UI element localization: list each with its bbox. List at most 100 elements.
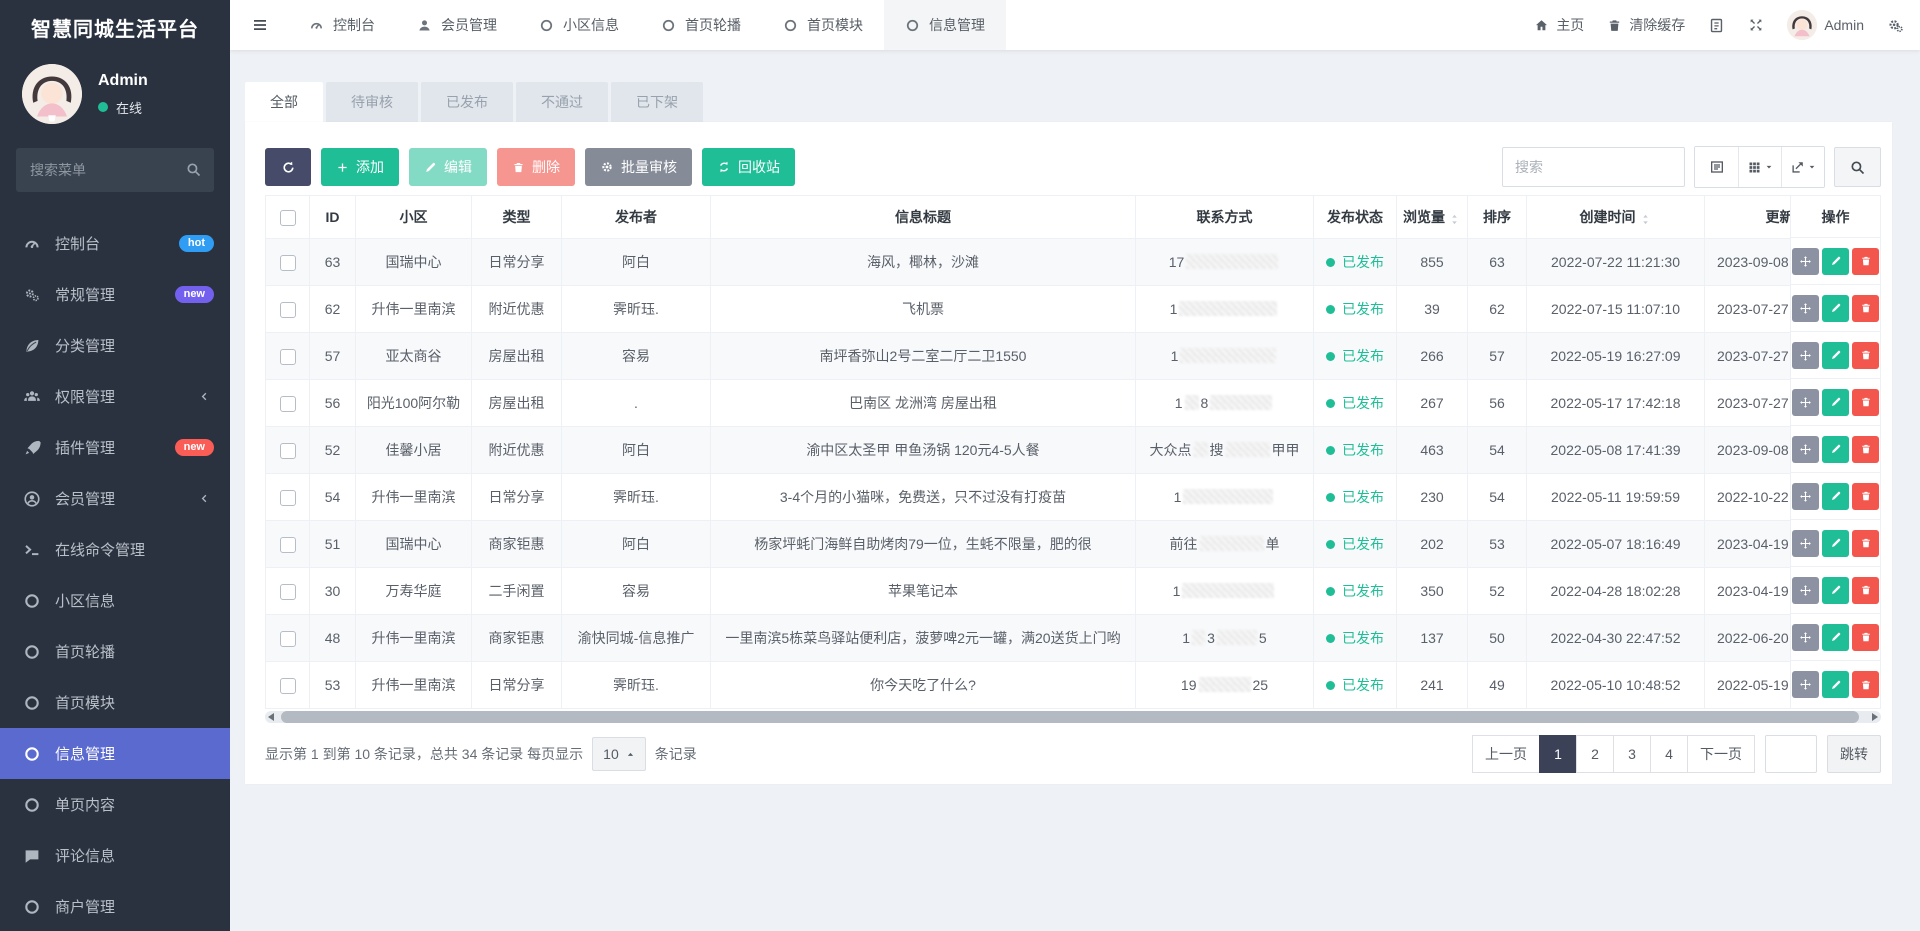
move-row-button[interactable]: [1792, 389, 1819, 416]
edit-row-button[interactable]: [1822, 436, 1849, 463]
row-checkbox[interactable]: [280, 255, 296, 271]
page-button-1[interactable]: 1: [1539, 735, 1577, 773]
col-type[interactable]: 类型: [472, 196, 562, 239]
sidebar-item-0[interactable]: 控制台hot: [0, 218, 230, 269]
navbar-tab-3[interactable]: 首页轮播: [640, 0, 762, 50]
scroll-left-arrow-icon[interactable]: [268, 713, 274, 721]
delete-row-button[interactable]: [1852, 624, 1879, 651]
edit-row-button[interactable]: [1822, 530, 1849, 557]
sidebar-item-12[interactable]: 评论信息: [0, 830, 230, 881]
col-status[interactable]: 发布状态: [1314, 196, 1397, 239]
col-title[interactable]: 信息标题: [711, 196, 1136, 239]
sidebar-item-1[interactable]: 常规管理new: [0, 269, 230, 320]
delete-row-button[interactable]: [1852, 248, 1879, 275]
move-row-button[interactable]: [1792, 483, 1819, 510]
navbar-tab-2[interactable]: 小区信息: [518, 0, 640, 50]
move-row-button[interactable]: [1792, 624, 1819, 651]
edit-button[interactable]: 编辑: [409, 148, 487, 186]
sort-icon[interactable]: [1639, 213, 1652, 226]
move-row-button[interactable]: [1792, 248, 1819, 275]
delete-row-button[interactable]: [1852, 671, 1879, 698]
filter-tab-4[interactable]: 已下架: [611, 82, 703, 122]
row-checkbox[interactable]: [280, 584, 296, 600]
next-page-button[interactable]: 下一页: [1687, 735, 1755, 773]
sidebar-item-2[interactable]: 分类管理: [0, 320, 230, 371]
move-row-button[interactable]: [1792, 436, 1819, 463]
col-sort[interactable]: 排序: [1468, 196, 1527, 239]
user-avatar[interactable]: [22, 64, 82, 124]
col-created[interactable]: 创建时间: [1527, 196, 1705, 239]
sidebar-item-5[interactable]: 会员管理: [0, 473, 230, 524]
home-link[interactable]: 主页: [1534, 15, 1584, 35]
row-checkbox[interactable]: [280, 678, 296, 694]
sidebar-item-8[interactable]: 首页轮播: [0, 626, 230, 677]
add-button[interactable]: 添加: [321, 148, 399, 186]
select-all-checkbox[interactable]: [280, 210, 296, 226]
row-checkbox[interactable]: [280, 396, 296, 412]
export-icon[interactable]: [1781, 147, 1824, 187]
page-jump-button[interactable]: 跳转: [1827, 735, 1881, 773]
sidebar-item-3[interactable]: 权限管理: [0, 371, 230, 422]
page-button-3[interactable]: 3: [1613, 735, 1651, 773]
card-view-icon[interactable]: [1695, 147, 1738, 187]
refresh-button[interactable]: [265, 148, 311, 186]
move-row-button[interactable]: [1792, 342, 1819, 369]
edit-row-button[interactable]: [1822, 624, 1849, 651]
edit-row-button[interactable]: [1822, 342, 1849, 369]
edit-row-button[interactable]: [1822, 389, 1849, 416]
sidebar-item-10[interactable]: 信息管理: [0, 728, 230, 779]
page-button-4[interactable]: 4: [1650, 735, 1688, 773]
filter-tab-3[interactable]: 不通过: [516, 82, 608, 122]
sidebar-item-11[interactable]: 单页内容: [0, 779, 230, 830]
col-id[interactable]: ID: [310, 196, 356, 239]
navbar-tab-5[interactable]: 信息管理: [884, 0, 1006, 50]
filter-tab-2[interactable]: 已发布: [421, 82, 513, 122]
navbar-tab-0[interactable]: 控制台: [288, 0, 396, 50]
sidebar-item-6[interactable]: 在线命令管理: [0, 524, 230, 575]
prev-page-button[interactable]: 上一页: [1472, 735, 1540, 773]
sidebar-item-4[interactable]: 插件管理new: [0, 422, 230, 473]
row-checkbox[interactable]: [280, 490, 296, 506]
recycle-button[interactable]: 回收站: [702, 148, 795, 186]
delete-row-button[interactable]: [1852, 483, 1879, 510]
log-icon[interactable]: [1708, 17, 1725, 34]
filter-tab-0[interactable]: 全部: [245, 82, 323, 122]
edit-row-button[interactable]: [1822, 295, 1849, 322]
move-row-button[interactable]: [1792, 671, 1819, 698]
clear-cache-link[interactable]: 清除缓存: [1607, 15, 1685, 35]
page-size-select[interactable]: 10: [592, 737, 646, 771]
row-checkbox[interactable]: [280, 443, 296, 459]
navbar-user[interactable]: Admin: [1787, 10, 1864, 40]
horizontal-scrollbar[interactable]: [265, 711, 1881, 723]
page-jump-input[interactable]: [1765, 735, 1817, 773]
delete-button[interactable]: 删除: [497, 148, 575, 186]
row-checkbox[interactable]: [280, 537, 296, 553]
delete-row-button[interactable]: [1852, 530, 1879, 557]
sidebar-item-9[interactable]: 首页模块: [0, 677, 230, 728]
delete-row-button[interactable]: [1852, 342, 1879, 369]
fullscreen-icon[interactable]: [1748, 17, 1764, 33]
delete-row-button[interactable]: [1852, 295, 1879, 322]
settings-gears-icon[interactable]: [1887, 17, 1904, 34]
scroll-right-arrow-icon[interactable]: [1872, 713, 1878, 721]
sidebar-item-13[interactable]: 商户管理: [0, 881, 230, 931]
edit-row-button[interactable]: [1822, 248, 1849, 275]
col-contact[interactable]: 联系方式: [1136, 196, 1314, 239]
delete-row-button[interactable]: [1852, 389, 1879, 416]
edit-row-button[interactable]: [1822, 483, 1849, 510]
row-checkbox[interactable]: [280, 631, 296, 647]
navbar-tab-1[interactable]: 会员管理: [396, 0, 518, 50]
col-publisher[interactable]: 发布者: [562, 196, 711, 239]
sidebar-item-7[interactable]: 小区信息: [0, 575, 230, 626]
move-row-button[interactable]: [1792, 577, 1819, 604]
edit-row-button[interactable]: [1822, 577, 1849, 604]
page-button-2[interactable]: 2: [1576, 735, 1614, 773]
table-search-input[interactable]: [1502, 147, 1685, 187]
search-button[interactable]: [1834, 147, 1881, 187]
delete-row-button[interactable]: [1852, 436, 1879, 463]
edit-row-button[interactable]: [1822, 671, 1849, 698]
columns-icon[interactable]: [1738, 147, 1781, 187]
navbar-tab-4[interactable]: 首页模块: [762, 0, 884, 50]
delete-row-button[interactable]: [1852, 577, 1879, 604]
batch-audit-button[interactable]: 批量审核: [585, 148, 692, 186]
